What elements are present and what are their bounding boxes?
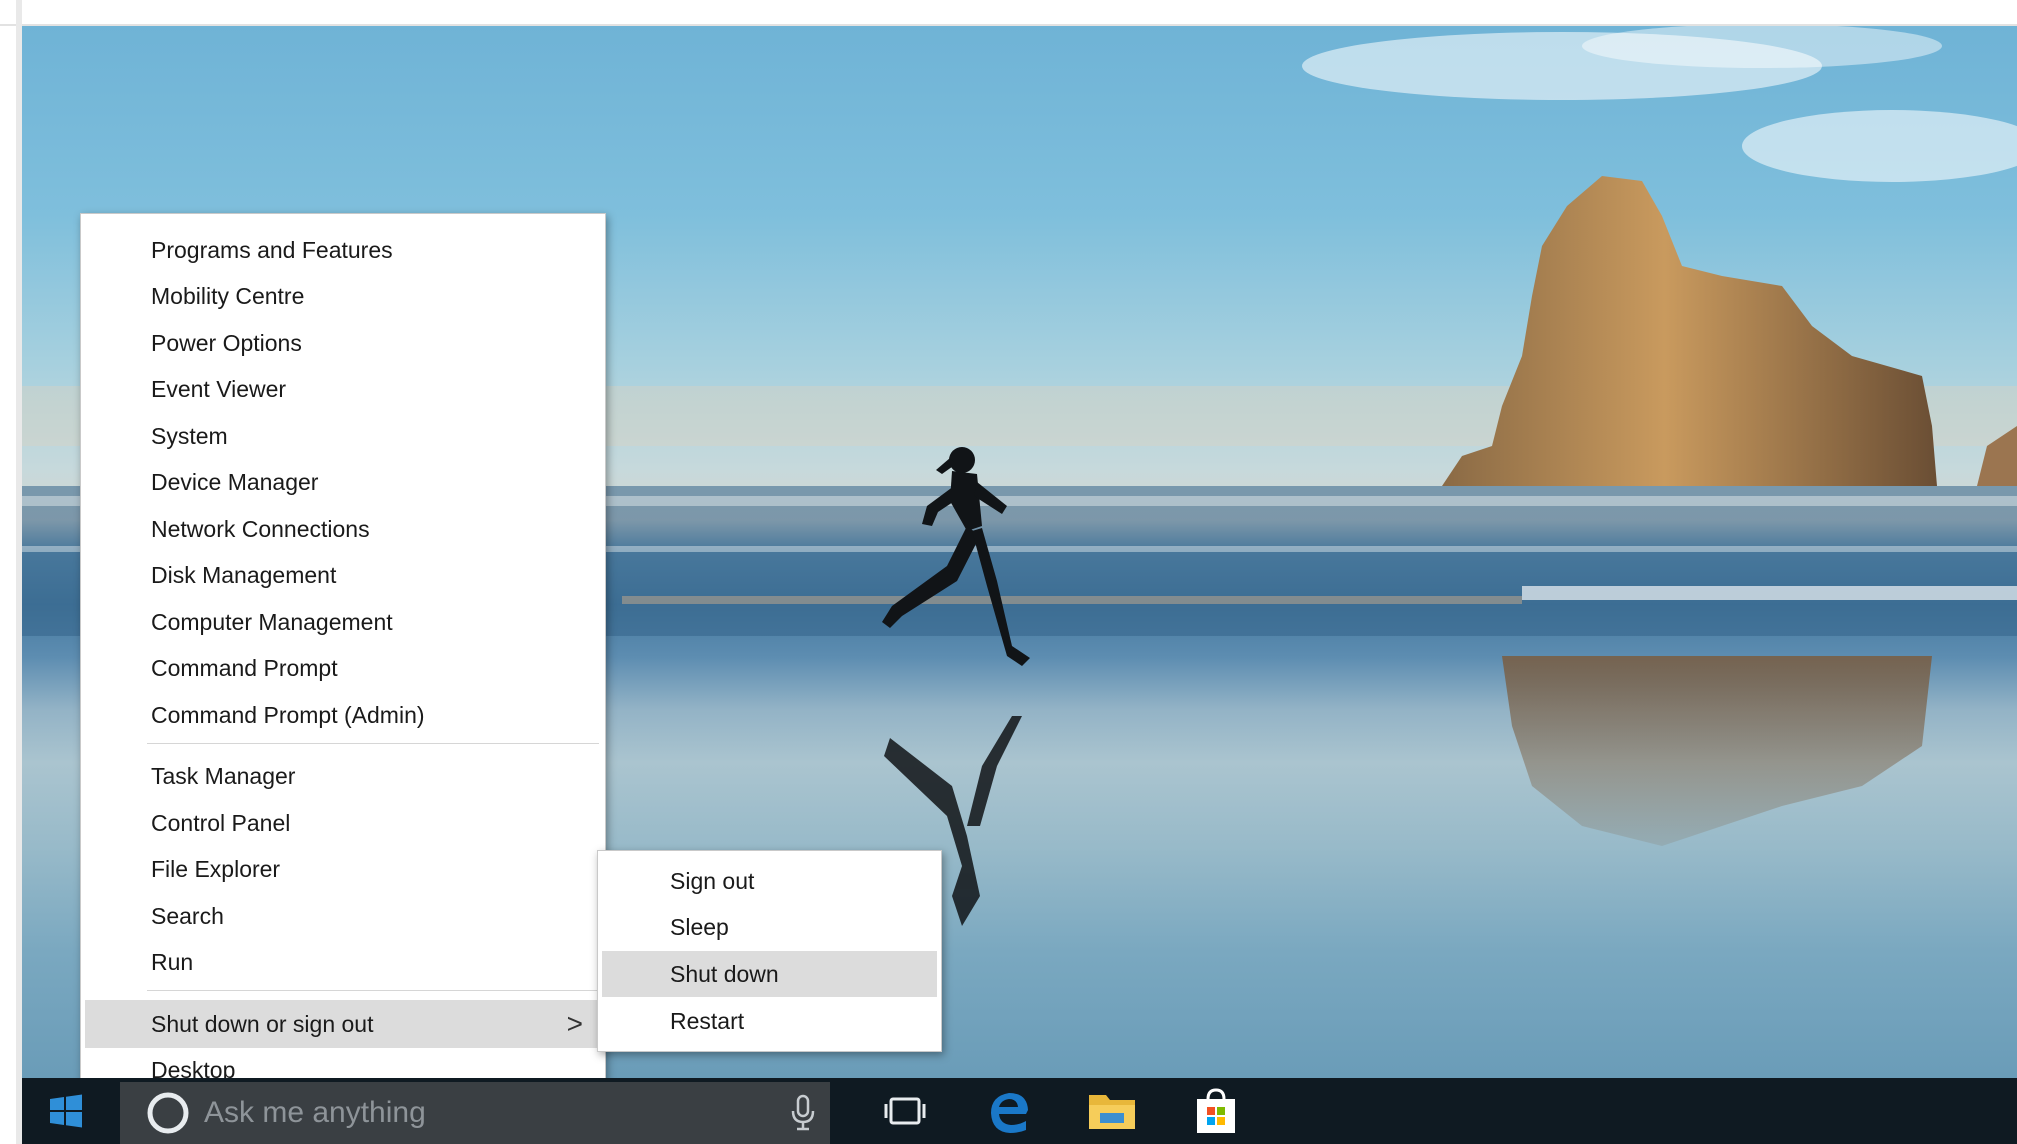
menu-item-event-viewer[interactable]: Event Viewer: [85, 367, 601, 411]
menu-item-system[interactable]: System: [85, 414, 601, 458]
submenu-item-shut-down[interactable]: Shut down: [602, 951, 937, 997]
window-top-edge: [0, 0, 2017, 26]
menu-item-label: Command Prompt (Admin): [151, 702, 425, 728]
menu-item-label: Sleep: [670, 914, 729, 940]
submenu-item-restart[interactable]: Restart: [602, 999, 937, 1043]
submenu-item-sleep[interactable]: Sleep: [602, 905, 937, 949]
menu-separator: [147, 990, 599, 991]
menu-item-computer-management[interactable]: Computer Management: [85, 600, 601, 644]
windows-start-icon: [50, 1094, 82, 1128]
task-view-button[interactable]: [860, 1078, 950, 1144]
menu-item-command-prompt[interactable]: Command Prompt: [85, 646, 601, 690]
menu-item-label: Shut down or sign out: [151, 1011, 374, 1037]
screen: Programs and Features Mobility Centre Po…: [0, 0, 2017, 1144]
menu-item-programs-and-features[interactable]: Programs and Features: [85, 228, 601, 272]
edge-button[interactable]: [964, 1078, 1054, 1144]
menu-item-task-manager[interactable]: Task Manager: [85, 754, 601, 798]
menu-item-label: Disk Management: [151, 562, 337, 588]
menu-item-label: Device Manager: [151, 469, 319, 495]
cortana-icon: [147, 1092, 189, 1134]
menu-item-label: Search: [151, 903, 224, 929]
winx-context-menu: Programs and Features Mobility Centre Po…: [80, 213, 606, 1103]
menu-item-label: Task Manager: [151, 763, 296, 789]
store-button[interactable]: [1170, 1078, 1262, 1144]
microphone-icon[interactable]: [788, 1093, 818, 1133]
menu-item-label: Power Options: [151, 330, 302, 356]
menu-item-label: File Explorer: [151, 856, 281, 882]
menu-item-network-connections[interactable]: Network Connections: [85, 507, 601, 551]
menu-item-mobility-centre[interactable]: Mobility Centre: [85, 274, 601, 318]
task-view-icon: [884, 1097, 926, 1125]
search-placeholder: Ask me anything: [204, 1096, 426, 1129]
taskbar: Ask me anything: [22, 1078, 2017, 1144]
edge-icon: [991, 1093, 1028, 1133]
file-explorer-icon: [1089, 1095, 1135, 1129]
menu-item-label: Sign out: [670, 868, 755, 894]
menu-separator: [147, 743, 599, 744]
menu-item-label: Control Panel: [151, 810, 291, 836]
menu-item-label: Restart: [670, 1008, 745, 1034]
menu-item-shut-down-or-sign-out[interactable]: Shut down or sign out >: [85, 1000, 601, 1048]
menu-item-device-manager[interactable]: Device Manager: [85, 460, 601, 504]
menu-item-label: System: [151, 423, 228, 449]
menu-item-file-explorer[interactable]: File Explorer: [85, 847, 601, 891]
store-icon: [1197, 1088, 1235, 1133]
cortana-search-box[interactable]: Ask me anything: [120, 1082, 830, 1144]
chevron-right-icon: >: [566, 1008, 583, 1039]
menu-item-label: Command Prompt: [151, 655, 338, 681]
menu-item-label: Programs and Features: [151, 237, 393, 263]
submenu-item-sign-out[interactable]: Sign out: [602, 859, 937, 903]
start-button[interactable]: [22, 1078, 110, 1144]
menu-item-control-panel[interactable]: Control Panel: [85, 801, 601, 845]
menu-item-label: Mobility Centre: [151, 283, 305, 309]
menu-item-label: Shut down: [670, 961, 779, 987]
shutdown-submenu: Sign out Sleep Shut down Restart: [597, 850, 942, 1052]
menu-item-label: Run: [151, 949, 194, 975]
menu-item-disk-management[interactable]: Disk Management: [85, 553, 601, 597]
menu-item-label: Computer Management: [151, 609, 393, 635]
menu-item-search[interactable]: Search: [85, 894, 601, 938]
menu-item-label: Event Viewer: [151, 376, 287, 402]
menu-item-run[interactable]: Run: [85, 940, 601, 984]
menu-item-command-prompt-admin[interactable]: Command Prompt (Admin): [85, 693, 601, 737]
file-explorer-button[interactable]: [1066, 1078, 1158, 1144]
menu-item-power-options[interactable]: Power Options: [85, 321, 601, 365]
menu-item-label: Network Connections: [151, 516, 370, 542]
